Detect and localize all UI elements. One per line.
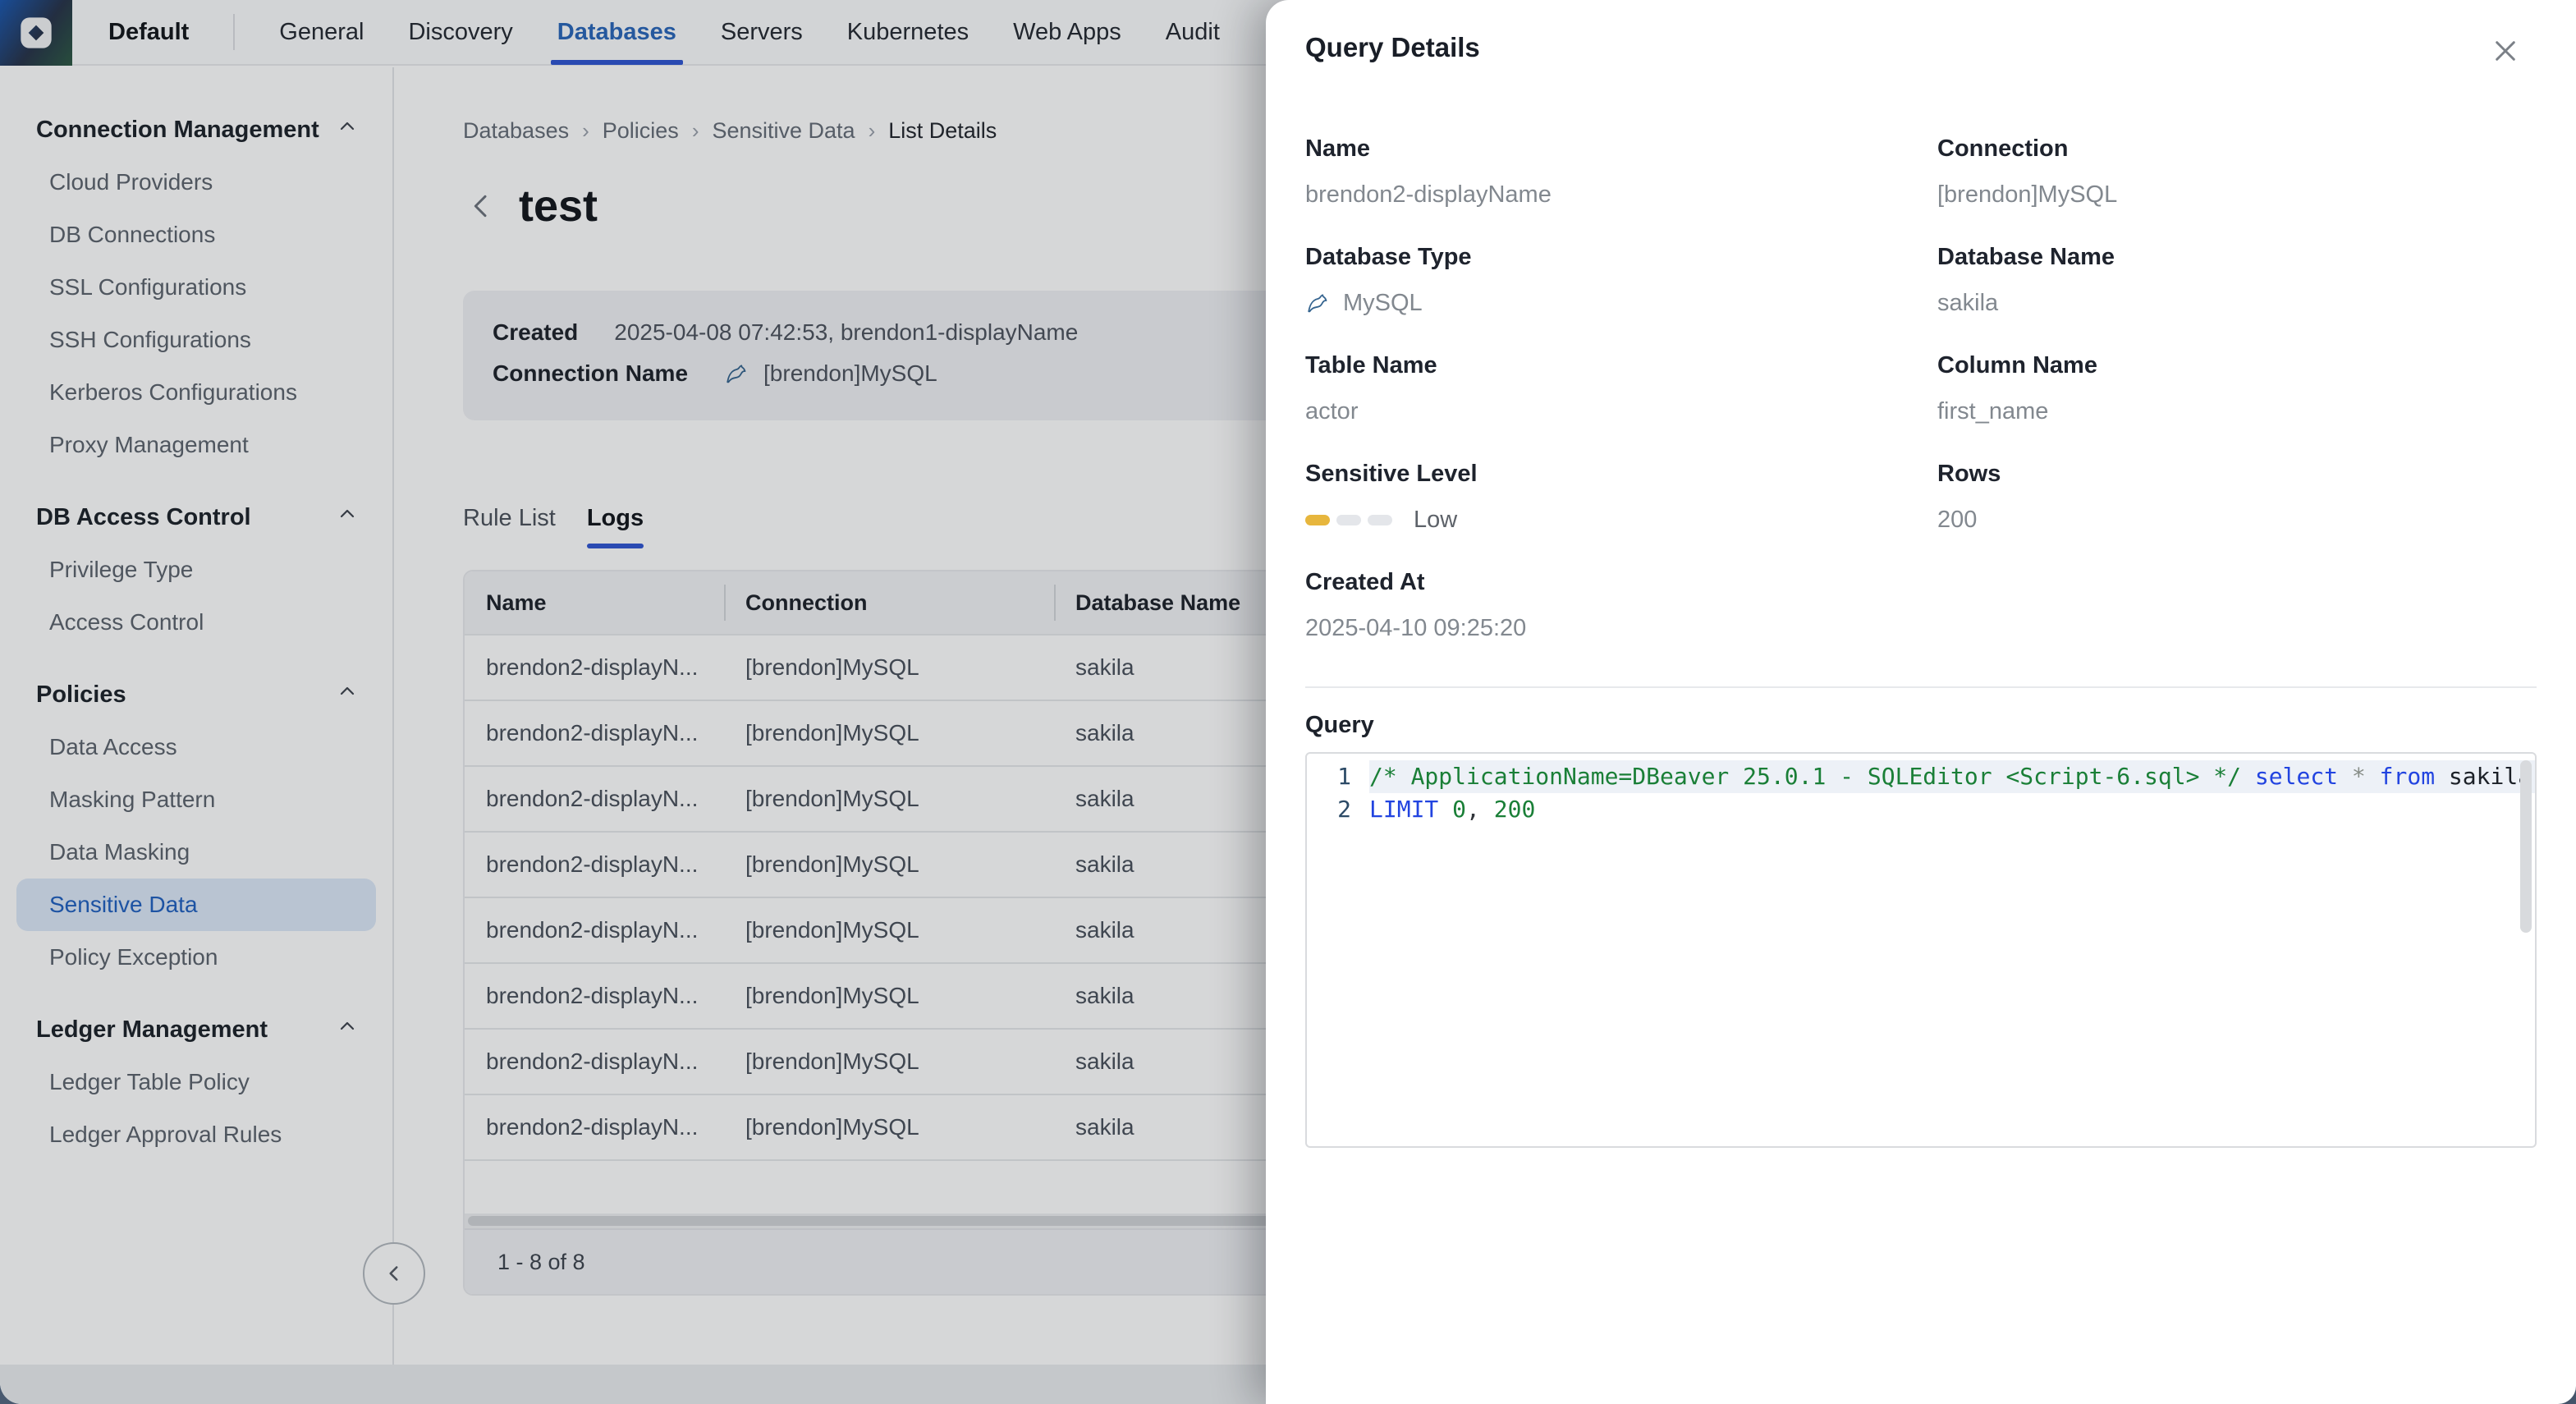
field-value: actor xyxy=(1305,397,1937,425)
field-column-name: Column Name first_name xyxy=(1937,351,2537,425)
line-number: 1 xyxy=(1307,760,1369,793)
field-label: Created At xyxy=(1305,568,1937,596)
field-database-name: Database Name sakila xyxy=(1937,243,2537,317)
field-table-name: Table Name actor xyxy=(1305,351,1937,425)
close-icon[interactable] xyxy=(2484,30,2527,72)
field-connection: Connection [brendon]MySQL xyxy=(1937,135,2537,209)
field-created-at: Created At 2025-04-10 09:25:20 xyxy=(1305,568,1937,642)
field-value: 2025-04-10 09:25:20 xyxy=(1305,614,1937,642)
drawer-title: Query Details xyxy=(1305,31,1480,64)
mysql-dolphin-icon xyxy=(1305,289,1333,317)
code-lines: 1/* ApplicationName=DBeaver 25.0.1 - SQL… xyxy=(1307,760,2535,826)
field-value: 200 xyxy=(1937,506,2537,534)
drawer-fields: Name brendon2-displayName Connection [brend… xyxy=(1305,135,2537,677)
divider xyxy=(1305,686,2537,688)
field-label: Name xyxy=(1305,135,1937,163)
field-value-text: actor xyxy=(1305,397,1358,425)
field-value: Low xyxy=(1305,506,1937,534)
code-scrollbar[interactable] xyxy=(2520,760,2532,933)
field-label: Rows xyxy=(1937,460,2537,488)
field-value: first_name xyxy=(1937,397,2537,425)
field-label: Database Type xyxy=(1305,243,1937,271)
token-number: 200 xyxy=(1494,796,1536,823)
field-value-text: MySQL xyxy=(1343,289,1423,317)
field-database-type: Database Type MySQL xyxy=(1305,243,1937,317)
query-section-label: Query xyxy=(1305,711,2537,739)
token-plain xyxy=(2338,763,2352,790)
token-keyword: from xyxy=(2380,763,2435,790)
field-value-text: Low xyxy=(1414,506,1457,534)
field-sensitive-level: Sensitive Level Low xyxy=(1305,460,1937,534)
level-pill xyxy=(1336,515,1361,525)
field-label: Sensitive Level xyxy=(1305,460,1937,488)
code-line: 1/* ApplicationName=DBeaver 25.0.1 - SQL… xyxy=(1307,760,2535,793)
token-plain: , xyxy=(1466,796,1494,823)
token-plain xyxy=(1438,796,1452,823)
mysql-dolphin-icon xyxy=(1305,289,1333,317)
field-value-text: brendon2-displayName xyxy=(1305,181,1552,209)
line-number: 2 xyxy=(1307,793,1369,826)
code-line: 2LIMIT 0, 200 xyxy=(1307,793,2535,826)
field-value-text: [brendon]MySQL xyxy=(1937,181,2117,209)
field-value-text: 200 xyxy=(1937,506,1977,534)
token-op: * xyxy=(2352,763,2366,790)
token-comment: /* ApplicationName=DBeaver 25.0.1 - SQLE… xyxy=(1369,763,2241,790)
drawer-header: Query Details xyxy=(1305,0,2537,99)
field-value-text: 2025-04-10 09:25:20 xyxy=(1305,614,1526,642)
field-name: Name brendon2-displayName xyxy=(1305,135,1937,209)
field-value-text: sakila xyxy=(1937,289,1998,317)
token-plain xyxy=(2435,763,2449,790)
field-label: Database Name xyxy=(1937,243,2537,271)
level-pill xyxy=(1305,515,1330,525)
token-plain xyxy=(2366,763,2380,790)
field-label: Table Name xyxy=(1305,351,1937,379)
query-details-drawer: Query Details Name brendon2-displayName Co… xyxy=(1266,0,2576,1404)
field-value-text: first_name xyxy=(1937,397,2048,425)
field-value: MySQL xyxy=(1305,289,1937,317)
sql-code-editor[interactable]: 1/* ApplicationName=DBeaver 25.0.1 - SQL… xyxy=(1305,752,2537,1148)
field-value: [brendon]MySQL xyxy=(1937,181,2537,209)
field-value: brendon2-displayName xyxy=(1305,181,1937,209)
level-pill xyxy=(1368,515,1392,525)
field-value: sakila xyxy=(1937,289,2537,317)
field-label: Column Name xyxy=(1937,351,2537,379)
field-label: Connection xyxy=(1937,135,2537,163)
token-keyword: LIMIT xyxy=(1369,796,1438,823)
token-plain xyxy=(2241,763,2255,790)
code-content: /* ApplicationName=DBeaver 25.0.1 - SQLE… xyxy=(1369,760,2537,793)
field-rows: Rows 200 xyxy=(1937,460,2537,534)
sensitive-level-indicator xyxy=(1305,515,1392,525)
token-keyword: select xyxy=(2255,763,2338,790)
code-content: LIMIT 0, 200 xyxy=(1369,793,2517,826)
token-number: 0 xyxy=(1452,796,1466,823)
